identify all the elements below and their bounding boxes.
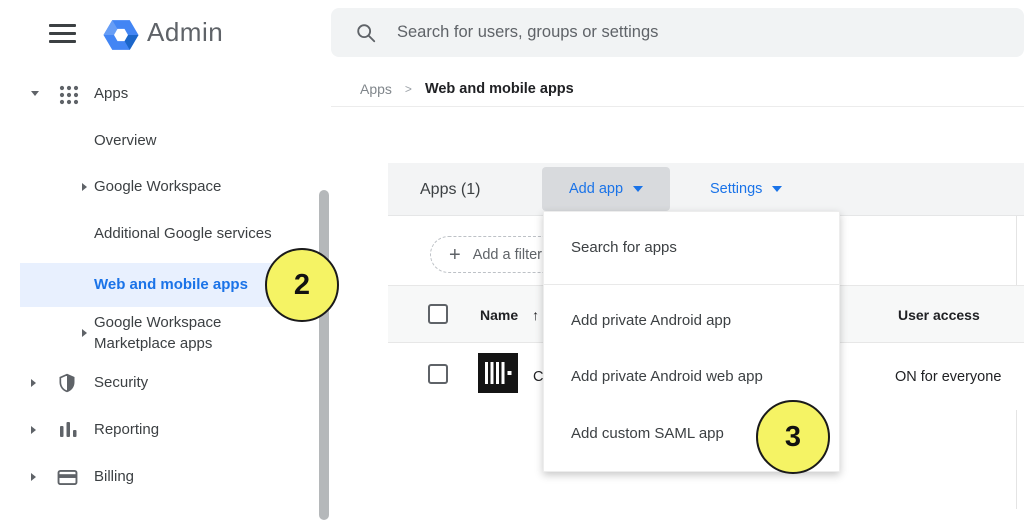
chevron-down-icon[interactable] <box>31 91 39 96</box>
app-icon <box>478 353 518 398</box>
chevron-down-icon <box>772 186 782 192</box>
breadcrumb-parent[interactable]: Apps <box>360 81 392 97</box>
admin-search-bar[interactable]: Search for users, groups or settings <box>331 8 1024 57</box>
add-filter-chip[interactable]: + Add a filter <box>430 236 561 273</box>
search-icon <box>355 22 377 44</box>
menu-divider <box>544 284 839 285</box>
breadcrumb-separator: > <box>405 82 412 96</box>
add-app-button-label: Add app <box>569 181 623 197</box>
menu-hamburger-button[interactable] <box>49 24 76 43</box>
row-checkbox[interactable] <box>428 364 448 384</box>
bar-chart-icon <box>58 421 78 444</box>
sidebar-item-marketplace-apps[interactable]: Google Workspace Marketplace apps <box>94 312 259 354</box>
annotation-step-3: 3 <box>756 400 830 474</box>
breadcrumb: Apps > Web and mobile apps <box>360 79 574 99</box>
sidebar-item-web-and-mobile-apps[interactable]: Web and mobile apps <box>94 276 248 293</box>
sidebar-item-billing[interactable]: Billing <box>94 468 134 485</box>
menu-item-add-private-android-web-app[interactable]: Add private Android web app <box>571 368 763 390</box>
search-placeholder: Search for users, groups or settings <box>397 23 658 42</box>
credit-card-icon <box>57 469 78 491</box>
breadcrumb-current: Web and mobile apps <box>425 81 574 97</box>
user-access-column-header: User access <box>898 286 980 344</box>
add-app-button[interactable]: Add app <box>542 167 670 211</box>
menu-item-search-for-apps[interactable]: Search for apps <box>571 239 677 261</box>
app-name-cell[interactable]: C <box>533 343 543 410</box>
sidebar-item-google-workspace[interactable]: Google Workspace <box>94 178 221 195</box>
shield-icon <box>57 372 77 399</box>
chevron-right-icon[interactable] <box>31 426 36 434</box>
chevron-down-icon <box>633 186 643 192</box>
sidebar-scrollbar[interactable] <box>319 190 329 520</box>
name-column-header[interactable]: Name ↑ <box>480 286 539 344</box>
sidebar-item-reporting[interactable]: Reporting <box>94 421 159 438</box>
google-admin-logo-icon <box>100 14 142 61</box>
apps-grid-icon <box>59 85 79 110</box>
plus-icon: + <box>449 245 461 265</box>
select-all-checkbox[interactable] <box>428 304 448 324</box>
sidebar-item-overview[interactable]: Overview <box>94 132 157 149</box>
menu-item-add-private-android-app[interactable]: Add private Android app <box>571 312 731 334</box>
user-access-cell: ON for everyone <box>895 343 1001 410</box>
apps-count-title: Apps (1) <box>420 163 480 216</box>
header-divider <box>331 106 1024 107</box>
add-filter-label: Add a filter <box>473 247 542 263</box>
chevron-right-icon[interactable] <box>82 329 87 337</box>
chevron-right-icon[interactable] <box>31 473 36 481</box>
annotation-step-2: 2 <box>265 248 339 322</box>
sort-ascending-icon: ↑ <box>532 307 539 323</box>
settings-button[interactable]: Settings <box>700 167 792 211</box>
chevron-right-icon[interactable] <box>31 379 36 387</box>
sidebar-item-additional-google-services[interactable]: Additional Google services <box>94 225 272 242</box>
sidebar-item-apps[interactable]: Apps <box>94 85 128 102</box>
chevron-right-icon[interactable] <box>82 183 87 191</box>
sidebar-item-security[interactable]: Security <box>94 374 148 391</box>
product-name: Admin <box>147 17 223 48</box>
menu-item-add-custom-saml-app[interactable]: Add custom SAML app <box>571 425 724 447</box>
settings-button-label: Settings <box>710 181 762 197</box>
